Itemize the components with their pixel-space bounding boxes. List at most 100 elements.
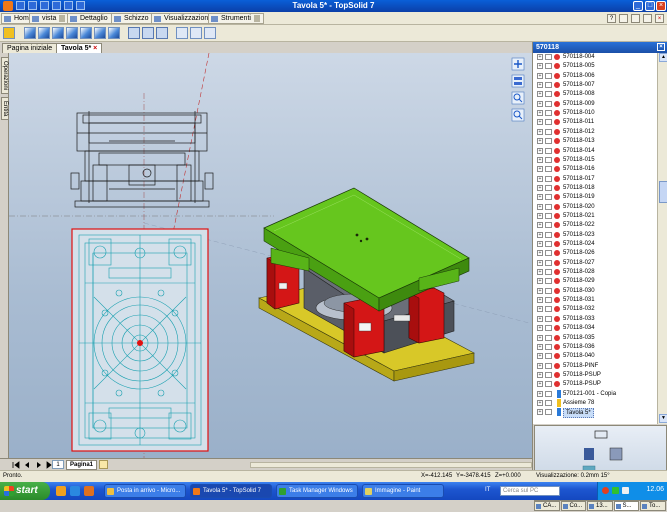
tree-item[interactable]: +570121-001 - Copia	[533, 389, 657, 398]
tree-item[interactable]: +570118-PSUP	[533, 380, 657, 388]
window-split-icon[interactable]	[128, 27, 140, 39]
visibility-checkbox[interactable]	[545, 343, 552, 350]
visibility-checkbox[interactable]	[545, 287, 552, 294]
visibility-checkbox[interactable]	[545, 156, 552, 163]
expand-icon[interactable]: +	[537, 184, 543, 191]
tree-item[interactable]: +570118-013	[533, 137, 657, 145]
add-sheet-icon[interactable]	[99, 460, 108, 469]
tree-item[interactable]: +570118-032	[533, 305, 657, 313]
tree-item[interactable]: +570118-007	[533, 81, 657, 89]
close-tab-icon[interactable]: ×	[93, 45, 97, 52]
plan-view[interactable]	[71, 228, 209, 452]
maximize-button[interactable]: □	[645, 1, 655, 11]
visibility-checkbox[interactable]	[545, 362, 552, 369]
view-bottom-icon[interactable]	[80, 27, 92, 39]
task-task-manager[interactable]: Task Manager Windows	[276, 484, 358, 498]
tab-entita[interactable]: Entità	[1, 97, 9, 121]
tree-item[interactable]: +570118-016	[533, 165, 657, 173]
expand-icon[interactable]: +	[537, 147, 543, 154]
expand-icon[interactable]: +	[537, 63, 543, 70]
visibility-checkbox[interactable]	[545, 110, 552, 117]
elevation-view[interactable]	[70, 111, 214, 208]
zoom-fit-icon[interactable]	[176, 27, 188, 39]
window-cascade-icon[interactable]	[156, 27, 168, 39]
visibility-checkbox[interactable]	[545, 259, 552, 266]
tree-item[interactable]: +570118-028	[533, 268, 657, 276]
visibility-checkbox[interactable]	[545, 91, 552, 98]
dropdown-icon[interactable]	[59, 14, 66, 22]
expand-icon[interactable]: +	[537, 409, 543, 416]
tab-pagina-iniziale[interactable]: Pagina iniziale	[2, 43, 58, 53]
tree-item[interactable]: +570118-009	[533, 100, 657, 108]
help-icon[interactable]: ?	[607, 14, 616, 23]
close-button[interactable]: ×	[656, 1, 666, 11]
tree-item[interactable]: +570118-035	[533, 334, 657, 342]
tree-item[interactable]: +570118-040	[533, 352, 657, 360]
menu-strumenti[interactable]: Strumenti	[208, 13, 264, 24]
visibility-checkbox[interactable]	[545, 203, 552, 210]
tab-operazioni[interactable]: Operazioni	[1, 57, 9, 95]
panel-tab[interactable]: CA...	[534, 501, 560, 511]
view-front-icon[interactable]	[24, 27, 36, 39]
zoom-window-icon[interactable]	[190, 27, 202, 39]
tree-item[interactable]: + Assieme 78	[533, 398, 657, 407]
quicklaunch-explorer-icon[interactable]	[56, 486, 66, 496]
visibility-checkbox[interactable]	[545, 119, 552, 126]
visibility-checkbox[interactable]	[545, 82, 552, 89]
visibility-checkbox[interactable]	[545, 371, 552, 378]
quicklaunch-ie-icon[interactable]	[70, 486, 80, 496]
visibility-checkbox[interactable]	[545, 166, 552, 173]
visibility-checkbox[interactable]	[545, 381, 552, 388]
visibility-checkbox[interactable]	[545, 212, 552, 219]
page-number-field[interactable]: 1	[52, 460, 64, 469]
task-outlook[interactable]: Posta in arrivo - Micro...	[104, 484, 186, 498]
tree-item[interactable]: +570118-011	[533, 118, 657, 126]
tree-item[interactable]: +570118-033	[533, 315, 657, 323]
search-input[interactable]: Cerca sul PC	[500, 486, 560, 496]
view-controls[interactable]	[511, 57, 525, 122]
visibility-checkbox[interactable]	[545, 306, 552, 313]
expand-icon[interactable]: +	[537, 54, 543, 60]
tree-item[interactable]: +570118-023	[533, 231, 657, 239]
visibility-checkbox[interactable]	[545, 278, 552, 285]
expand-icon[interactable]: +	[537, 91, 543, 98]
visibility-checkbox[interactable]	[545, 250, 552, 257]
menu-vista[interactable]: vista	[29, 13, 70, 24]
expand-icon[interactable]: +	[537, 315, 543, 322]
expand-icon[interactable]: +	[537, 175, 543, 182]
tree-item[interactable]: +570118-012	[533, 128, 657, 136]
expand-icon[interactable]: +	[537, 399, 543, 406]
tree-item[interactable]: +570118-029	[533, 277, 657, 285]
tree-item[interactable]: +570118-036	[533, 343, 657, 351]
visibility-checkbox[interactable]	[545, 334, 552, 341]
expand-icon[interactable]: +	[537, 325, 543, 332]
expand-icon[interactable]: +	[537, 250, 543, 257]
tree-item[interactable]: +570118-005	[533, 62, 657, 70]
tree-item[interactable]: +570118-030	[533, 287, 657, 295]
language-indicator[interactable]: IT	[485, 487, 490, 493]
view-iso-icon[interactable]	[108, 27, 120, 39]
view-back-icon[interactable]	[66, 27, 78, 39]
visibility-checkbox[interactable]	[545, 194, 552, 201]
expand-icon[interactable]: +	[537, 72, 543, 79]
expand-icon[interactable]: +	[537, 297, 543, 304]
tree-item[interactable]: +570118-PSUP	[533, 371, 657, 379]
tree-item[interactable]: + Tavola 5*	[533, 408, 657, 419]
expand-icon[interactable]: +	[537, 381, 543, 388]
panel-tab[interactable]: 13...	[587, 501, 613, 511]
panel-tab[interactable]: S...	[613, 501, 639, 511]
expand-icon[interactable]: +	[537, 371, 543, 378]
scroll-down-icon[interactable]: ▼	[659, 414, 667, 423]
expand-icon[interactable]: +	[537, 353, 543, 360]
scroll-thumb[interactable]	[659, 181, 667, 203]
3d-model[interactable]	[258, 187, 475, 382]
tree-item[interactable]: +570118-014	[533, 147, 657, 155]
window-tile-icon[interactable]	[142, 27, 154, 39]
visibility-checkbox[interactable]	[545, 315, 552, 322]
tree-item[interactable]: +570118-034	[533, 324, 657, 332]
expand-icon[interactable]: +	[537, 119, 543, 126]
scroll-up-icon[interactable]: ▲	[659, 53, 667, 62]
visibility-checkbox[interactable]	[545, 100, 552, 107]
expand-icon[interactable]: +	[537, 194, 543, 201]
expand-icon[interactable]: +	[537, 138, 543, 145]
